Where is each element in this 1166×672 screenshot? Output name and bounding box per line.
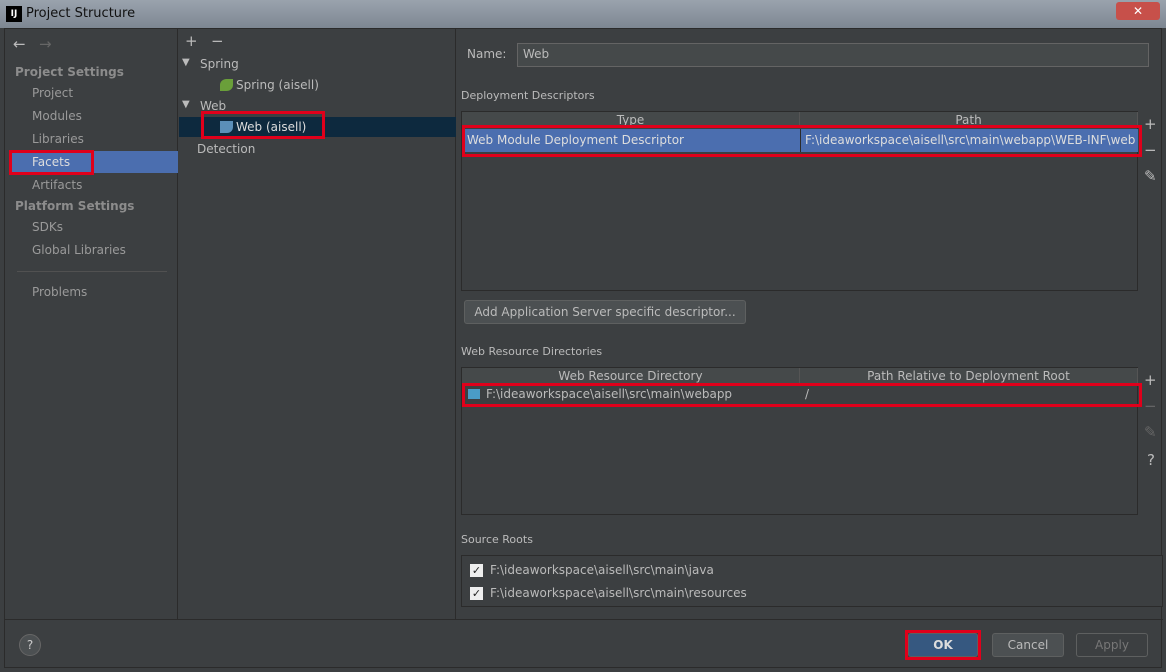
add-descriptor-button[interactable]: + (1144, 115, 1157, 133)
add-server-descriptor-button[interactable]: Add Application Server specific descript… (464, 300, 746, 324)
deployment-descriptors-heading: Deployment Descriptors (461, 89, 595, 102)
close-button[interactable]: ✕ (1116, 2, 1160, 20)
name-label: Name: (467, 47, 507, 61)
divider (17, 271, 167, 272)
folder-icon (468, 389, 480, 399)
tree-spring-group[interactable]: Spring (200, 57, 239, 71)
web-resource-directories-heading: Web Resource Directories (461, 345, 603, 358)
source-root-path: F:\ideaworkspace\aisell\src\main\java (490, 563, 714, 577)
platform-settings-heading: Platform Settings (15, 199, 135, 213)
help-button[interactable]: ? (19, 634, 41, 656)
project-settings-heading: Project Settings (15, 65, 124, 79)
source-roots-heading: Source Roots (461, 533, 533, 546)
dialog: ← → Project Settings Project Modules Lib… (4, 28, 1163, 669)
column-header-path[interactable]: Path (800, 112, 1138, 128)
cell-divider (800, 129, 801, 152)
ok-button[interactable]: OK (908, 633, 978, 657)
sidebar-item-sdks[interactable]: SDKs (32, 220, 63, 234)
column-header-web-resource-directory[interactable]: Web Resource Directory (462, 368, 800, 384)
expand-arrow-icon[interactable]: ▼ (182, 57, 190, 68)
table-row[interactable]: F:\ideaworkspace\aisell\src\main\webapp … (462, 385, 1138, 405)
column-header-relative-path[interactable]: Path Relative to Deployment Root (800, 368, 1138, 384)
cell-type: Web Module Deployment Descriptor (467, 133, 684, 147)
column-header-type[interactable]: Type (462, 112, 800, 128)
cancel-button[interactable]: Cancel (992, 633, 1064, 657)
sidebar-item-global-libraries[interactable]: Global Libraries (32, 243, 126, 257)
deployment-descriptors-table: Type Path Web Module Deployment Descript… (461, 111, 1138, 291)
facet-settings: Name: Web Deployment Descriptors Type Pa… (461, 29, 1163, 619)
edit-pencil-icon[interactable]: ✎ (1144, 423, 1157, 441)
apply-button[interactable]: Apply (1076, 633, 1148, 657)
source-roots-list: ✓ F:\ideaworkspace\aisell\src\main\java … (461, 555, 1163, 607)
web-resource-table: Web Resource Directory Path Relative to … (461, 367, 1138, 515)
tree-web-group[interactable]: Web (200, 99, 226, 113)
cell-directory: F:\ideaworkspace\aisell\src\main\webapp (486, 387, 733, 401)
cell-relative-path: / (805, 387, 810, 401)
remove-descriptor-button[interactable]: − (1144, 141, 1157, 159)
sidebar-item-project[interactable]: Project (32, 86, 73, 100)
window-title: Project Structure (26, 6, 136, 21)
remove-facet-button[interactable]: − (211, 32, 224, 50)
sidebar-item-libraries[interactable]: Libraries (32, 132, 84, 146)
add-resource-button[interactable]: + (1144, 371, 1157, 389)
tree-spring-item[interactable]: Spring (aisell) (236, 78, 319, 92)
forward-arrow-icon[interactable]: → (39, 35, 52, 53)
table-row[interactable]: Web Module Deployment Descriptor F:\idea… (462, 129, 1138, 152)
tree-web-item[interactable]: Web (aisell) (236, 120, 306, 134)
footer: ? OK Cancel Apply (5, 619, 1163, 669)
sidebar-item-facets[interactable]: Facets (32, 155, 70, 169)
help-icon[interactable]: ? (1147, 451, 1155, 469)
spring-leaf-icon (220, 79, 233, 91)
back-arrow-icon[interactable]: ← (13, 35, 26, 53)
intellij-logo: IJ (6, 6, 22, 22)
name-input[interactable]: Web (517, 43, 1149, 67)
expand-arrow-icon[interactable]: ▼ (182, 99, 190, 110)
remove-resource-button[interactable]: − (1144, 397, 1157, 415)
tree-detection[interactable]: Detection (197, 142, 255, 156)
sidebar-item-modules[interactable]: Modules (32, 109, 82, 123)
title-bar: IJ Project Structure ✕ (0, 0, 1166, 28)
add-facet-button[interactable]: + (185, 32, 198, 50)
checkbox-checked-icon[interactable]: ✓ (470, 587, 483, 600)
sidebar-item-problems[interactable]: Problems (32, 285, 87, 299)
source-root-path: F:\ideaworkspace\aisell\src\main\resourc… (490, 586, 747, 600)
web-facet-icon (220, 121, 233, 133)
facet-tree: + − ▼ Spring Spring (aisell) ▼ Web Web (… (179, 29, 456, 619)
cell-path: F:\ideaworkspace\aisell\src\main\webapp\… (805, 133, 1135, 147)
checkbox-checked-icon[interactable]: ✓ (470, 564, 483, 577)
sidebar: ← → Project Settings Project Modules Lib… (5, 29, 178, 619)
sidebar-item-artifacts[interactable]: Artifacts (32, 178, 82, 192)
edit-pencil-icon[interactable]: ✎ (1144, 167, 1157, 185)
